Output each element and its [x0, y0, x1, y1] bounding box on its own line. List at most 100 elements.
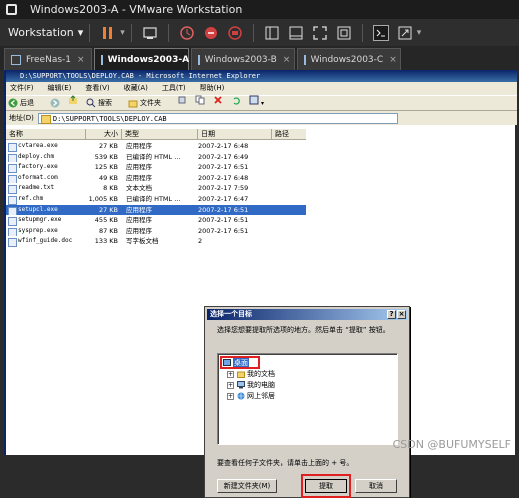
file-name: wfinf_guide.doc: [6, 236, 78, 247]
tab-freenas-1[interactable]: FreeNas-1 ×: [4, 48, 92, 70]
folders-label: 文件夹: [140, 99, 161, 107]
close-icon[interactable]: ×: [389, 55, 397, 65]
table-row[interactable]: ref.chm 1,005 KB 已编译的 HTML ... 2007-2-17 6:…: [6, 194, 306, 205]
menu-help[interactable]: 帮助(H): [200, 82, 225, 95]
menu-file[interactable]: 文件(F): [10, 82, 34, 95]
workstation-label: Workstation: [8, 26, 74, 39]
file-type: 已编译的 HTML ...: [126, 195, 181, 203]
dialog-hint: 要查看任何子文件夹，请单击上面的 + 号。: [217, 459, 354, 467]
tab-windows2003-a[interactable]: Windows2003-A ×: [93, 48, 203, 70]
column-header-size[interactable]: 大小: [86, 129, 122, 140]
highlight-box: [220, 356, 260, 369]
tree-label: 网上邻居: [247, 392, 275, 400]
address-bar: 地址(D) D:\SUPPORT\TOOLS\DEPLOY.CAB: [6, 111, 517, 125]
fullscreen-icon[interactable]: [312, 25, 328, 41]
snapshot-manager-icon[interactable]: [227, 25, 243, 41]
search-button[interactable]: 搜索: [86, 95, 120, 111]
file-type: 应用程序: [126, 173, 152, 182]
back-label: 后退: [20, 99, 34, 107]
table-row[interactable]: readme.txt 8 KB 文本文档 2007-2-17 7:59: [6, 183, 306, 194]
console-view-icon[interactable]: [288, 25, 304, 41]
file-date: 2007-2-17 6:48: [198, 142, 249, 150]
file-size: 539 KB: [94, 152, 118, 161]
table-row[interactable]: sysprep.exe 87 KB 应用程序 2007-2-17 6:51: [6, 226, 306, 237]
views-icon[interactable]: ▾: [249, 95, 272, 112]
file-type: 写字板文档: [126, 237, 159, 246]
expand-icon[interactable]: +: [227, 381, 234, 389]
file-size: 27 KB: [98, 142, 118, 150]
close-icon[interactable]: ×: [77, 55, 85, 65]
snapshot-icon[interactable]: [179, 25, 195, 41]
workstation-menu-button[interactable]: Workstation ▾: [8, 26, 83, 39]
table-row[interactable]: setupcl.exe 27 KB 应用程序 2007-2-17 6:51: [6, 204, 306, 216]
chevron-down-icon[interactable]: ▾: [120, 28, 125, 38]
revert-snapshot-icon[interactable]: [203, 25, 219, 41]
tab-label: Windows2003-C: [310, 54, 384, 65]
copy-to-icon[interactable]: [195, 95, 205, 111]
pause-icon[interactable]: [100, 25, 116, 41]
tree-item-network-places[interactable]: + 网上邻居: [227, 391, 275, 401]
table-row[interactable]: setupmgr.exe 455 KB 应用程序 2007-2-17 6:51: [6, 215, 306, 226]
file-size: 1,005 KB: [88, 195, 118, 203]
new-folder-button[interactable]: 新建文件夹(M): [217, 479, 277, 493]
menu-view[interactable]: 查看(V): [85, 82, 109, 95]
undo-icon[interactable]: [231, 95, 241, 111]
stretch-icon[interactable]: [397, 25, 413, 41]
file-name: deploy.chm: [6, 152, 78, 163]
tree-item-my-computer[interactable]: + 我的电脑: [227, 380, 275, 390]
file-date: 2007-2-17 6:47: [198, 195, 249, 203]
menu-favorites[interactable]: 收藏(A): [124, 82, 148, 95]
file-size: 27 KB: [98, 205, 118, 214]
table-row[interactable]: factory.exe 125 KB 应用程序 2007-2-17 6:51: [6, 162, 306, 173]
move-to-icon[interactable]: [177, 95, 187, 111]
vm-icon: [303, 54, 306, 65]
table-row[interactable]: oformat.com 49 KB 应用程序 2007-2-17 6:48: [6, 173, 306, 184]
send-ctrl-alt-del-icon[interactable]: [142, 25, 158, 41]
folders-button[interactable]: 文件夹: [128, 95, 169, 111]
toolbar-divider: [252, 23, 254, 42]
delete-icon[interactable]: [213, 95, 223, 111]
tab-label: FreeNas-1: [26, 54, 72, 65]
terminal-icon[interactable]: [372, 24, 389, 41]
toolbar-divider: [167, 23, 169, 42]
file-size: 49 KB: [98, 173, 118, 182]
tab-windows2003-b[interactable]: Windows2003-B ×: [190, 48, 295, 70]
back-arrow-icon: [8, 98, 18, 108]
address-input[interactable]: D:\SUPPORT\TOOLS\DEPLOY.CAB: [37, 112, 398, 124]
file-list-header: 名称 大小 类型 日期 路径: [6, 129, 306, 140]
tab-windows2003-c[interactable]: Windows2003-C ×: [296, 48, 401, 70]
toolbar-divider: [361, 23, 363, 42]
vm-tab-bar: FreeNas-1 × Windows2003-A × Windows2003-…: [0, 46, 519, 70]
dialog-title: 选择一个目标: [210, 310, 252, 318]
column-header-type[interactable]: 类型: [122, 129, 198, 140]
help-button[interactable]: ?: [387, 310, 396, 319]
forward-button[interactable]: [50, 98, 60, 108]
column-header-date[interactable]: 日期: [198, 129, 272, 140]
file-size: 8 KB: [103, 184, 118, 193]
unity-icon[interactable]: [336, 25, 352, 41]
file-type: 应用程序: [126, 226, 152, 235]
dialog-instruction: 选择您想要提取所选项的地方。然后单击 “提取” 按钮。: [217, 326, 390, 334]
tab-label: Windows2003-B: [204, 54, 277, 65]
column-header-name[interactable]: 名称: [6, 129, 86, 140]
back-button[interactable]: 后退: [8, 95, 42, 111]
column-header-path[interactable]: 路径: [272, 129, 306, 140]
cancel-button[interactable]: 取消: [355, 479, 397, 493]
expand-icon[interactable]: +: [227, 370, 234, 378]
close-button[interactable]: ×: [397, 310, 406, 319]
close-icon[interactable]: ×: [283, 55, 291, 65]
chevron-down-icon[interactable]: ▾: [417, 28, 422, 38]
tree-item-my-documents[interactable]: + 我的文档: [227, 369, 275, 379]
table-row[interactable]: cvtarea.exe 27 KB 应用程序 2007-2-17 6:48: [6, 141, 306, 152]
expand-icon[interactable]: +: [227, 392, 234, 400]
vmware-toolbar: Workstation ▾ ▾ ▾: [0, 19, 519, 46]
up-folder-icon[interactable]: [68, 95, 78, 111]
file-name: sysprep.exe: [6, 226, 78, 237]
guest-screen: D:\SUPPORT\TOOLS\DEPLOY.CAB - Microsoft …: [4, 70, 517, 498]
computer-icon: [237, 381, 245, 389]
sidebar-toggle-icon[interactable]: [264, 25, 280, 41]
menu-tools[interactable]: 工具(T): [162, 82, 186, 95]
table-row[interactable]: deploy.chm 539 KB 已编译的 HTML ... 2007-2-17 6…: [6, 152, 306, 163]
menu-edit[interactable]: 编辑(E): [48, 82, 72, 95]
table-row[interactable]: wfinf_guide.doc 133 KB 写字板文档 2: [6, 236, 306, 247]
